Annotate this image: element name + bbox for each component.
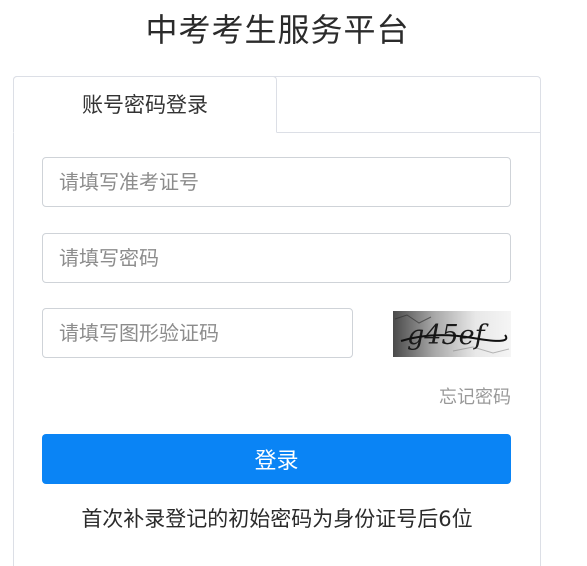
- forgot-password-link[interactable]: 忘记密码: [439, 383, 511, 409]
- page-title: 中考考生服务平台: [145, 11, 410, 49]
- initial-password-notice: 首次补录登记的初始密码为身份证号后6位: [81, 507, 473, 531]
- login-button[interactable]: 登录: [42, 434, 511, 484]
- tab-bar: 账号密码登录: [13, 76, 540, 133]
- exam-id-input[interactable]: [42, 157, 511, 207]
- tab-account-password-login[interactable]: 账号密码登录: [13, 76, 277, 133]
- captcha-input[interactable]: [42, 308, 353, 358]
- login-panel: 账号密码登录 g45ef 忘记密码 登录 首次补录登记的初始密码为身份证号后6位: [13, 76, 541, 566]
- password-input[interactable]: [42, 233, 511, 283]
- captcha-image[interactable]: g45ef: [393, 311, 511, 357]
